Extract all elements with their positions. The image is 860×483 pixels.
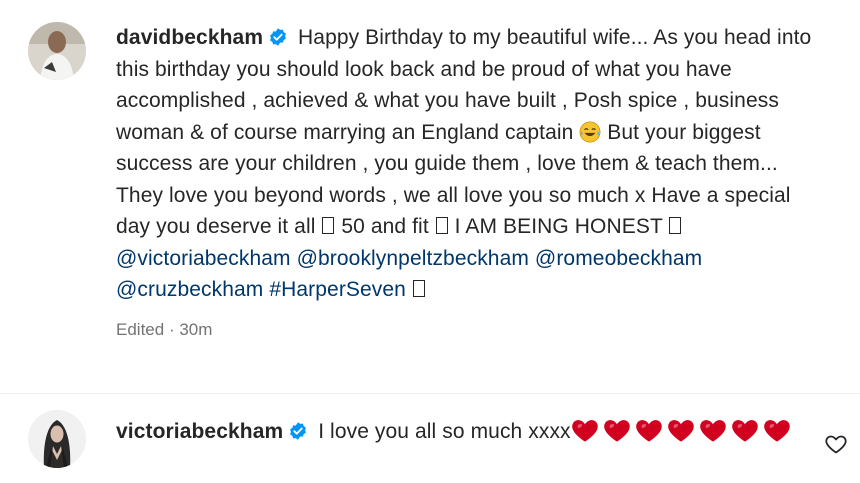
post-meta: Edited · 30m <box>116 320 826 340</box>
red-heart-emoji <box>571 417 599 443</box>
avatar-image <box>28 22 86 80</box>
verified-badge-icon <box>288 419 308 440</box>
heart-emoji-group <box>571 420 795 443</box>
red-heart-emoji <box>667 417 695 443</box>
mention-link[interactable]: @cruzbeckham <box>116 278 263 301</box>
red-heart-emoji <box>699 417 727 443</box>
red-heart-emoji <box>763 417 791 443</box>
missing-glyph-icon <box>412 280 425 297</box>
caption-text: davidbeckham Happy Birthday to my beauti… <box>116 22 826 306</box>
missing-glyph-icon <box>669 217 682 234</box>
avatar-image <box>28 410 86 468</box>
divider <box>0 393 860 394</box>
edited-label: Edited <box>116 319 165 339</box>
red-heart-emoji <box>635 417 663 443</box>
mention-link[interactable]: @romeobeckham <box>535 247 702 270</box>
comment-body: victoriabeckham I love you all so much x… <box>116 416 806 448</box>
mention-link[interactable]: @brooklynpeltzbeckham <box>297 247 529 270</box>
hashtag-link[interactable]: #HarperSeven <box>269 278 406 301</box>
post-username[interactable]: davidbeckham <box>116 26 263 49</box>
tears-of-joy-emoji <box>579 121 601 143</box>
post-time[interactable]: 30m <box>179 320 212 339</box>
comment-text: victoriabeckham I love you all so much x… <box>116 416 806 448</box>
comment-username[interactable]: victoriabeckham <box>116 420 283 443</box>
mention-link[interactable]: @victoriabeckham <box>116 247 291 270</box>
meta-separator: · <box>168 319 175 339</box>
missing-glyph-icon <box>322 217 335 234</box>
caption-body: davidbeckham Happy Birthday to my beauti… <box>116 22 826 340</box>
red-heart-emoji <box>731 417 759 443</box>
comment-message: I love you all so much xxxx <box>318 420 571 443</box>
avatar[interactable] <box>28 410 86 468</box>
like-heart-icon[interactable] <box>824 432 848 456</box>
verified-badge-icon <box>268 25 288 46</box>
avatar[interactable] <box>28 22 86 80</box>
caption-part4: I AM BEING HONEST <box>454 215 663 238</box>
red-heart-emoji <box>603 417 631 443</box>
caption-part3: 50 and fit <box>341 215 429 238</box>
missing-glyph-icon <box>435 217 448 234</box>
